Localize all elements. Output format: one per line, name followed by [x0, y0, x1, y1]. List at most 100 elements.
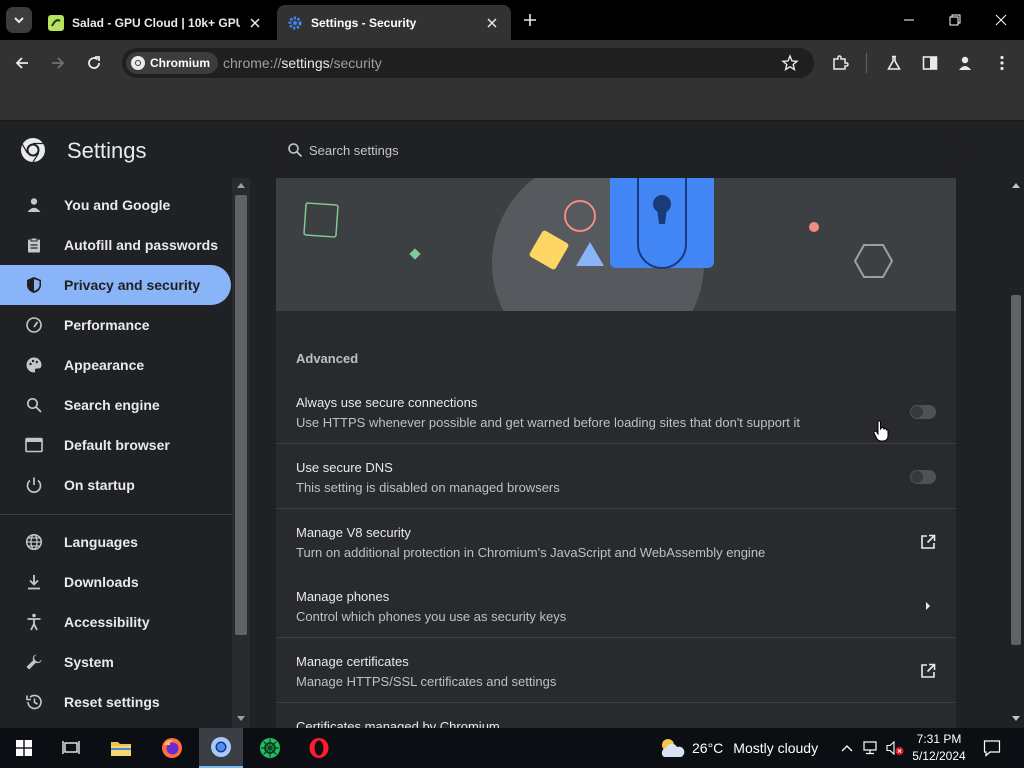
advanced-section-heading: Advanced: [296, 351, 359, 366]
weather-temperature: 26°C: [692, 740, 724, 756]
restore-button[interactable]: [932, 0, 978, 40]
forward-button[interactable]: [46, 51, 70, 75]
arrow-right-icon[interactable]: [918, 596, 938, 616]
setting-row-manage-phones[interactable]: Manage phones Control which phones you u…: [276, 574, 956, 638]
tab-title: Salad - GPU Cloud | 10k+ GPU: [72, 15, 240, 30]
tab-salad[interactable]: Salad - GPU Cloud | 10k+ GPU: [38, 5, 274, 40]
gear-icon: [287, 15, 303, 31]
setting-row-secure-connections[interactable]: Always use secure connections Use HTTPS …: [276, 380, 956, 444]
plus-icon: [524, 14, 536, 26]
side-panel-icon: [922, 56, 938, 70]
tab-search-button[interactable]: [6, 7, 32, 33]
sidebar-item-privacy-and-security[interactable]: Privacy and security: [0, 265, 231, 305]
settings-sidebar: You and Google Autofill and passwords Pr…: [0, 178, 232, 728]
site-info-chip[interactable]: Chromium: [126, 52, 218, 74]
settings-main-card: Advanced Always use secure connections U…: [276, 178, 956, 728]
setting-row-certificates-managed[interactable]: Certificates managed by Chromium: [276, 704, 956, 728]
notification-icon: [983, 740, 1001, 757]
sidebar-divider: [0, 514, 232, 515]
sidebar-item-reset-settings[interactable]: Reset settings: [0, 682, 231, 722]
extensions-button[interactable]: [828, 51, 852, 75]
setting-subtitle: Control which phones you use as security…: [296, 609, 567, 624]
sidebar-scroll-up-icon[interactable]: [237, 183, 245, 188]
sidebar-item-label: System: [64, 654, 114, 670]
page-scrollbar-thumb[interactable]: [1011, 295, 1021, 645]
network-button[interactable]: [860, 728, 882, 768]
sidebar-item-performance[interactable]: Performance: [0, 305, 231, 345]
sidebar-item-languages[interactable]: Languages: [0, 522, 231, 562]
side-panel-button[interactable]: [918, 51, 942, 75]
system-clock[interactable]: 7:31 PM 5/12/2024: [908, 731, 970, 765]
back-button[interactable]: [10, 51, 34, 75]
sidebar-scrollbar-thumb[interactable]: [235, 195, 247, 635]
sidebar-item-system[interactable]: System: [0, 642, 231, 682]
search-settings-input[interactable]: Search settings: [277, 133, 965, 167]
bookmark-star-button[interactable]: [778, 51, 802, 75]
chromium-taskbar-button[interactable]: [199, 728, 243, 768]
arrow-left-icon: [15, 57, 28, 69]
start-button[interactable]: [2, 728, 46, 768]
setting-subtitle: Turn on additional protection in Chromiu…: [296, 545, 766, 560]
page-scroll-up-icon[interactable]: [1012, 183, 1020, 188]
sidebar-item-on-startup[interactable]: On startup: [0, 465, 231, 505]
sidebar-scroll-down-icon[interactable]: [237, 716, 245, 721]
speedometer-icon: [24, 315, 44, 335]
clock-date: 5/12/2024: [912, 749, 966, 763]
firefox-button[interactable]: [150, 728, 194, 768]
menu-button[interactable]: [990, 51, 1014, 75]
close-tab-icon[interactable]: [246, 14, 264, 32]
sidebar-item-label: Default browser: [64, 437, 170, 453]
puzzle-icon: [833, 55, 849, 70]
show-hidden-icons-button[interactable]: [838, 728, 856, 768]
setting-title: Certificates managed by Chromium: [296, 719, 500, 728]
sidebar-item-accessibility[interactable]: Accessibility: [0, 602, 231, 642]
weather-widget[interactable]: 26°C Mostly cloudy: [658, 728, 818, 768]
sidebar-item-label: Performance: [64, 317, 150, 333]
sidebar-item-appearance[interactable]: Appearance: [0, 345, 231, 385]
setting-title: Always use secure connections: [296, 395, 478, 410]
bookmarks-bar: [0, 85, 1024, 121]
sidebar-item-label: Languages: [64, 534, 138, 550]
setting-row-manage-certificates[interactable]: Manage certificates Manage HTTPS/SSL cer…: [276, 639, 956, 703]
secure-connections-toggle[interactable]: [910, 405, 936, 419]
setting-title: Manage V8 security: [296, 525, 411, 540]
sidebar-item-label: Reset settings: [64, 694, 160, 710]
sidebar-item-default-browser[interactable]: Default browser: [0, 425, 231, 465]
app-taskbar-button[interactable]: [248, 728, 292, 768]
minimize-button[interactable]: [886, 0, 932, 40]
task-view-button[interactable]: [49, 728, 93, 768]
close-window-button[interactable]: [978, 0, 1024, 40]
new-tab-button[interactable]: [520, 10, 540, 30]
opera-button[interactable]: [297, 728, 341, 768]
sidebar-item-label: You and Google: [64, 197, 171, 213]
volume-muted-icon: [886, 740, 904, 756]
volume-button[interactable]: [884, 728, 906, 768]
arrow-right-icon: [52, 57, 65, 69]
file-explorer-button[interactable]: [99, 728, 143, 768]
secure-dns-toggle[interactable]: [910, 470, 936, 484]
page-scroll-down-icon[interactable]: [1012, 716, 1020, 721]
external-link-icon[interactable]: [918, 532, 938, 552]
chromium-icon: [211, 737, 231, 757]
notifications-button[interactable]: [978, 728, 1006, 768]
tab-settings-security[interactable]: Settings - Security: [277, 5, 511, 40]
reload-icon: [88, 56, 100, 69]
labs-button[interactable]: [882, 51, 906, 75]
sidebar-item-downloads[interactable]: Downloads: [0, 562, 231, 602]
reload-button[interactable]: [82, 51, 106, 75]
close-tab-icon[interactable]: [483, 14, 501, 32]
url-text[interactable]: chrome://settings/security: [223, 55, 382, 71]
external-link-icon[interactable]: [918, 661, 938, 681]
sidebar-item-you-and-google[interactable]: You and Google: [0, 185, 231, 225]
hand-cursor-icon: [873, 420, 889, 442]
setting-title: Manage phones: [296, 589, 390, 604]
profile-button[interactable]: [953, 51, 977, 75]
setting-row-v8-security[interactable]: Manage V8 security Turn on additional pr…: [276, 510, 956, 574]
sidebar-item-label: On startup: [64, 477, 135, 493]
sidebar-item-search-engine[interactable]: Search engine: [0, 385, 231, 425]
setting-row-secure-dns[interactable]: Use secure DNS This setting is disabled …: [276, 445, 956, 509]
sidebar-item-autofill[interactable]: Autofill and passwords: [0, 225, 231, 265]
folder-icon: [111, 742, 131, 756]
person-icon: [959, 56, 971, 70]
history-icon: [24, 692, 44, 712]
